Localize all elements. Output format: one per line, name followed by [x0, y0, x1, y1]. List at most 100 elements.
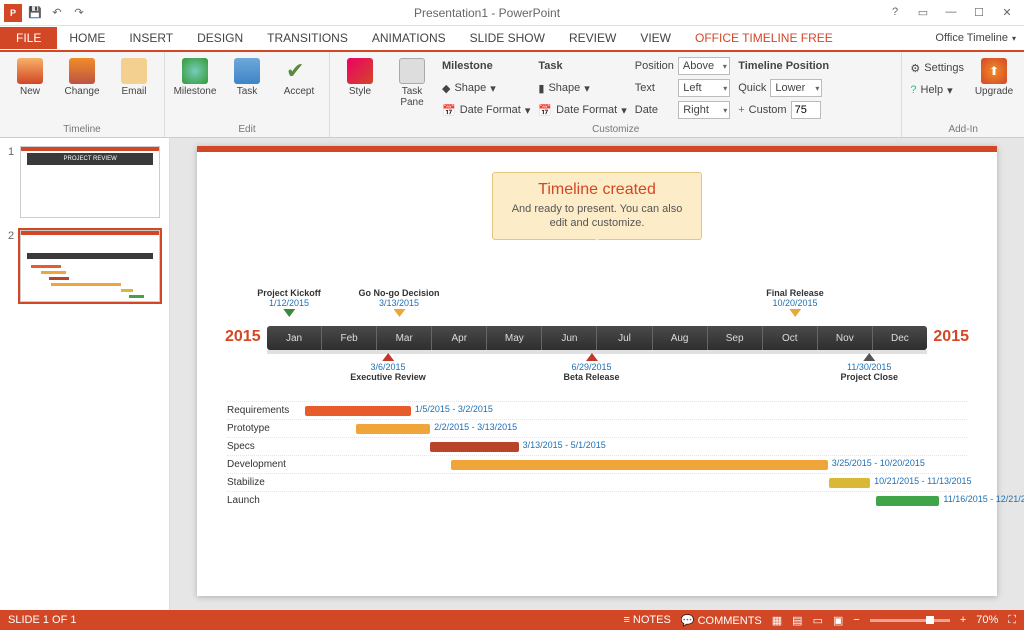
- date-format-dropdown[interactable]: 📅 Date Format ▾: [442, 100, 530, 120]
- milestone[interactable]: Final Release10/20/2015: [766, 288, 824, 318]
- tab-office-timeline[interactable]: OFFICE TIMELINE FREE: [683, 27, 845, 49]
- tab-animations[interactable]: ANIMATIONS: [360, 27, 458, 49]
- position-select[interactable]: Above: [678, 57, 730, 75]
- task-pane-button[interactable]: Task Pane: [390, 54, 434, 108]
- email-button[interactable]: Email: [112, 54, 156, 97]
- tab-view[interactable]: VIEW: [628, 27, 683, 49]
- task-date-format-dropdown[interactable]: 📅 Date Format ▾: [538, 100, 626, 120]
- custom-input[interactable]: [791, 101, 821, 119]
- milestone-button[interactable]: Milestone: [173, 54, 217, 97]
- task-shape-dropdown[interactable]: ▮ Shape ▾: [538, 78, 626, 98]
- month-cell: Sep: [708, 326, 763, 350]
- task-button[interactable]: Task: [225, 54, 269, 97]
- tab-insert[interactable]: INSERT: [117, 27, 185, 49]
- save-icon[interactable]: 💾: [26, 4, 44, 22]
- zoom-slider[interactable]: [870, 619, 950, 622]
- title-bar: P 💾 ↶ ↷ Presentation1 - PowerPoint ? ▭ —…: [0, 0, 1024, 26]
- thumb-title: PROJECT REVIEW: [27, 153, 153, 165]
- bubble-title: Timeline created: [503, 181, 691, 199]
- comments-button[interactable]: 💬 COMMENTS: [681, 614, 762, 627]
- upgrade-button[interactable]: Upgrade: [972, 54, 1016, 97]
- gantt-row[interactable]: Specs3/13/2015 - 5/1/2015: [227, 437, 967, 455]
- milestone[interactable]: Project Kickoff1/12/2015: [257, 288, 321, 318]
- new-timeline-button[interactable]: New: [8, 54, 52, 97]
- gantt-row[interactable]: Stabilize10/21/2015 - 11/13/2015: [227, 473, 967, 491]
- ribbon-options-icon[interactable]: ▭: [914, 6, 932, 19]
- settings-button[interactable]: ⚙ Settings: [910, 58, 964, 78]
- group-label: Edit: [173, 122, 321, 137]
- group-label: Customize: [338, 122, 893, 137]
- milestone[interactable]: Go No-go Decision3/13/2015: [359, 288, 440, 318]
- heading-task: Task: [538, 56, 626, 76]
- help-icon[interactable]: ?: [886, 6, 904, 19]
- undo-icon[interactable]: ↶: [48, 4, 66, 22]
- slide-editor: Timeline created And ready to present. Y…: [170, 138, 1024, 610]
- slide-canvas[interactable]: Timeline created And ready to present. Y…: [197, 146, 997, 596]
- year-right: 2015: [933, 328, 969, 346]
- zoom-out-icon[interactable]: −: [853, 614, 859, 626]
- slide-thumbnails: 1 PROJECT REVIEW 2: [0, 138, 170, 610]
- group-timeline: New Change Email Timeline: [0, 52, 165, 137]
- tab-slideshow[interactable]: SLIDE SHOW: [458, 27, 557, 49]
- view-slideshow-icon[interactable]: ▣: [833, 614, 843, 627]
- group-label: Add-In: [910, 122, 1016, 137]
- view-normal-icon[interactable]: ▦: [772, 614, 782, 627]
- text-label: Text: [635, 82, 655, 94]
- plus-icon: +: [738, 104, 744, 116]
- month-cell: Jul: [597, 326, 652, 350]
- text-select[interactable]: Left: [678, 79, 730, 97]
- tab-design[interactable]: DESIGN: [185, 27, 255, 49]
- tab-transitions[interactable]: TRANSITIONS: [255, 27, 360, 49]
- tab-home[interactable]: HOME: [57, 27, 117, 49]
- notes-button[interactable]: ≡ NOTES: [623, 614, 670, 626]
- group-customize: Style Task Pane Milestone ◆ Shape ▾ 📅 Da…: [330, 52, 902, 137]
- gantt-row[interactable]: Prototype2/2/2015 - 3/13/2015: [227, 419, 967, 437]
- month-cell: Aug: [653, 326, 708, 350]
- change-button[interactable]: Change: [60, 54, 104, 97]
- app-icon: P: [4, 4, 22, 22]
- milestone[interactable]: 11/30/2015Project Close: [840, 352, 898, 382]
- workspace: 1 PROJECT REVIEW 2 Timeline: [0, 138, 1024, 610]
- month-cell: Nov: [818, 326, 873, 350]
- milestone[interactable]: 6/29/2015Beta Release: [563, 352, 619, 382]
- accept-button[interactable]: ✔Accept: [277, 54, 321, 97]
- group-label: Timeline: [8, 122, 156, 137]
- help-button[interactable]: ? Help ▾: [910, 80, 964, 100]
- slide-accent-bar: [197, 146, 997, 152]
- tab-review[interactable]: REVIEW: [557, 27, 628, 49]
- view-sorter-icon[interactable]: ▤: [792, 614, 802, 627]
- group-edit: Milestone Task ✔Accept Edit: [165, 52, 330, 137]
- slide-thumb-2[interactable]: [20, 230, 160, 302]
- slide-thumb-1[interactable]: PROJECT REVIEW: [20, 146, 160, 218]
- custom-label: Custom: [749, 104, 787, 116]
- gantt-row[interactable]: Requirements1/5/2015 - 3/2/2015: [227, 401, 967, 419]
- date-select[interactable]: Right: [678, 101, 730, 119]
- zoom-level: 70%: [976, 614, 998, 626]
- quick-label: Quick: [738, 82, 766, 94]
- close-icon[interactable]: ✕: [998, 6, 1016, 19]
- month-axis: JanFebMarAprMayJunJulAugSepOctNovDec: [267, 326, 927, 350]
- style-button[interactable]: Style: [338, 54, 382, 97]
- month-cell: May: [487, 326, 542, 350]
- custom-toolbar-right[interactable]: Office Timeline ▾: [935, 32, 1024, 44]
- quick-access-toolbar: P 💾 ↶ ↷: [0, 4, 88, 22]
- shape-dropdown[interactable]: ◆ Shape ▾: [442, 78, 530, 98]
- redo-icon[interactable]: ↷: [70, 4, 88, 22]
- group-addin: ⚙ Settings ? Help ▾ Upgrade Add-In: [902, 52, 1024, 137]
- window-buttons: ? ▭ — ☐ ✕: [886, 6, 1024, 19]
- fit-icon[interactable]: ⛶: [1008, 614, 1016, 627]
- month-cell: Oct: [763, 326, 818, 350]
- zoom-in-icon[interactable]: +: [960, 614, 966, 626]
- gantt-row[interactable]: Development3/25/2015 - 10/20/2015: [227, 455, 967, 473]
- gantt-row[interactable]: Launch11/16/2015 - 12/21/2015: [227, 491, 967, 509]
- tab-file[interactable]: FILE: [0, 27, 57, 49]
- quick-select[interactable]: Lower: [770, 79, 822, 97]
- ribbon: New Change Email Timeline Milestone Task…: [0, 50, 1024, 138]
- year-left: 2015: [225, 328, 261, 346]
- month-cell: Feb: [322, 326, 377, 350]
- view-reading-icon[interactable]: ▭: [813, 614, 823, 627]
- maximize-icon[interactable]: ☐: [970, 6, 988, 19]
- milestone[interactable]: 3/6/2015Executive Review: [350, 352, 426, 382]
- date-label: Date: [635, 104, 658, 116]
- minimize-icon[interactable]: —: [942, 6, 960, 19]
